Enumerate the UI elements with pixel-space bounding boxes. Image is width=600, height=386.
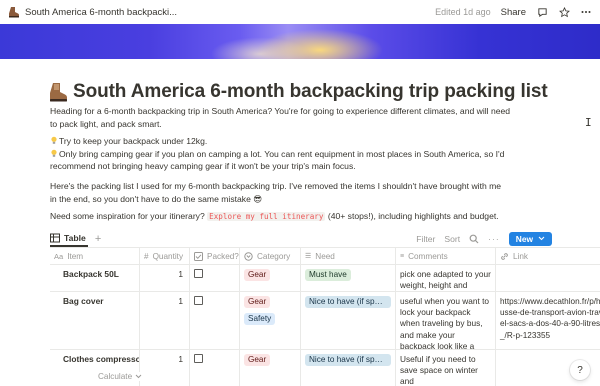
itinerary-link[interactable]: Explore my full itinerary bbox=[207, 212, 326, 221]
column-label: Category bbox=[257, 251, 291, 261]
column-label: Packed? bbox=[207, 251, 239, 261]
packed-cell[interactable] bbox=[190, 265, 240, 291]
hiking-boot-icon bbox=[50, 83, 67, 102]
link-cell[interactable] bbox=[496, 265, 600, 291]
packed-checkbox[interactable] bbox=[194, 269, 203, 278]
page-title: South America 6-month backpacking trip p… bbox=[73, 81, 548, 102]
tip-text: Only bring camping gear if you plan on c… bbox=[59, 148, 505, 159]
cover-image bbox=[0, 24, 600, 59]
column-label: Quantity bbox=[152, 251, 184, 261]
column-header-need[interactable]: ☰ Need bbox=[301, 248, 396, 264]
intro-line: Heading for a 6-month backpacking trip i… bbox=[50, 106, 511, 116]
multi-select-property-icon: ☰ bbox=[305, 253, 312, 260]
table-header: Aa Item # Quantity Packed? Category ☰ Ne… bbox=[50, 248, 600, 265]
quantity-cell[interactable]: 1 bbox=[140, 265, 190, 291]
title-row: South America 6-month backpacking trip p… bbox=[48, 81, 548, 103]
category-cell[interactable]: Gear bbox=[240, 265, 301, 291]
need-tag: Nice to have (if space all... bbox=[305, 296, 391, 308]
more-options-icon[interactable]: ··· bbox=[488, 234, 500, 244]
packing-list-paragraph: Here's the packing list I used for my 6-… bbox=[50, 180, 550, 205]
list-line: in the end, so you don't have to do the … bbox=[50, 193, 251, 204]
top-bar: South America 6-month backpacki... Edite… bbox=[0, 0, 600, 24]
column-label: Link bbox=[513, 251, 529, 261]
text-property-icon: Aa bbox=[54, 251, 64, 261]
category-tag: Gear bbox=[244, 296, 271, 308]
sunglasses-emoji: 😎 bbox=[253, 193, 263, 204]
packed-checkbox[interactable] bbox=[194, 354, 203, 363]
intro-paragraph: Heading for a 6-month backpacking trip i… bbox=[50, 105, 550, 130]
checkbox-property-icon bbox=[194, 251, 203, 261]
calculate-label: Calculate bbox=[98, 372, 133, 381]
packed-checkbox[interactable] bbox=[194, 296, 203, 305]
table-row[interactable]: Bag cover 1 Gear Safety Nice to have (if… bbox=[50, 292, 600, 350]
table-row[interactable]: Backpack 50L 1 Gear Must have pick one a… bbox=[50, 265, 600, 292]
quantity-cell[interactable]: 1 bbox=[140, 350, 190, 386]
tab-table-view[interactable]: Table bbox=[50, 230, 88, 247]
list-line: Here's the packing list I used for my 6-… bbox=[50, 181, 502, 191]
column-label: Item bbox=[67, 251, 84, 261]
category-tag: Safety bbox=[244, 313, 276, 325]
more-options-icon[interactable] bbox=[580, 6, 592, 18]
tip-text: recommend not bringing heavy camping gea… bbox=[50, 161, 356, 172]
category-cell[interactable]: Gear Safety bbox=[240, 292, 301, 349]
column-header-packed[interactable]: Packed? bbox=[190, 248, 240, 264]
breadcrumb[interactable]: South America 6-month backpacki... bbox=[25, 7, 177, 18]
link-icon bbox=[501, 252, 508, 260]
table-icon bbox=[50, 233, 60, 242]
multi-select-property-icon bbox=[244, 251, 253, 261]
inspo-text: Need some inspiration for your itinerary… bbox=[50, 211, 205, 221]
need-tag: Nice to have (if space all... bbox=[305, 354, 391, 366]
link-cell[interactable]: https://www.decathlon.fr/p/housse-de-tra… bbox=[496, 292, 600, 349]
need-cell[interactable]: Nice to have (if space all... bbox=[301, 292, 396, 349]
calculate-button[interactable]: Calculate bbox=[98, 372, 143, 381]
database-toolbar: Table + Filter Sort ··· New bbox=[50, 230, 600, 247]
add-view-icon[interactable]: + bbox=[95, 233, 101, 245]
column-header-link[interactable]: Link bbox=[496, 248, 600, 264]
inspiration-paragraph: Need some inspiration for your itinerary… bbox=[50, 210, 550, 224]
comments-cell[interactable]: useful when you want to lock your backpa… bbox=[396, 292, 496, 349]
filter-button[interactable]: Filter bbox=[416, 234, 435, 244]
packed-cell[interactable] bbox=[190, 292, 240, 349]
packed-cell[interactable] bbox=[190, 350, 240, 386]
tip-text: Try to keep your backpack under 12kg. bbox=[59, 136, 208, 146]
column-header-category[interactable]: Category bbox=[240, 248, 301, 264]
column-label: Comments bbox=[408, 251, 448, 261]
comments-cell[interactable]: Useful if you need to save space on wint… bbox=[396, 350, 496, 386]
need-cell[interactable]: Must have bbox=[301, 265, 396, 291]
column-header-item[interactable]: Aa Item bbox=[50, 248, 140, 264]
item-cell[interactable]: Bag cover bbox=[50, 292, 140, 349]
star-icon[interactable] bbox=[558, 6, 570, 18]
comments-cell[interactable]: pick one adapted to your weight, height … bbox=[396, 265, 496, 291]
need-cell[interactable]: Nice to have (if space all... bbox=[301, 350, 396, 386]
inspo-text: (40+ stops!), including highlights and b… bbox=[327, 211, 499, 221]
help-button[interactable]: ? bbox=[570, 360, 590, 380]
tips-paragraph: Try to keep your backpack under 12kg. On… bbox=[50, 135, 550, 173]
number-property-icon: # bbox=[144, 251, 149, 261]
hiking-boot-icon bbox=[9, 7, 19, 18]
quantity-cell[interactable]: 1 bbox=[140, 292, 190, 349]
lightbulb-icon bbox=[51, 149, 57, 157]
category-tag: Gear bbox=[244, 269, 271, 281]
lightbulb-icon bbox=[51, 136, 57, 144]
text-property-icon: ≡ bbox=[400, 252, 405, 260]
text-cursor-icon: I bbox=[585, 116, 592, 129]
table-tab-label: Table bbox=[64, 232, 86, 243]
sort-button[interactable]: Sort bbox=[444, 234, 460, 244]
comment-icon[interactable] bbox=[536, 6, 548, 18]
chevron-down-icon bbox=[538, 236, 545, 241]
edited-timestamp: Edited 1d ago bbox=[435, 7, 491, 17]
share-button[interactable]: Share bbox=[501, 7, 526, 18]
column-label: Need bbox=[315, 251, 335, 261]
intro-line: to pack light, and pack smart. bbox=[50, 118, 162, 129]
search-icon[interactable] bbox=[469, 234, 479, 244]
category-tag: Gear bbox=[244, 354, 271, 366]
column-header-quantity[interactable]: # Quantity bbox=[140, 248, 190, 264]
new-button-label: New bbox=[515, 233, 533, 244]
column-header-comments[interactable]: ≡ Comments bbox=[396, 248, 496, 264]
chevron-down-icon bbox=[135, 374, 142, 379]
need-tag: Must have bbox=[305, 269, 351, 281]
category-cell[interactable]: Gear bbox=[240, 350, 301, 386]
new-button[interactable]: New bbox=[508, 231, 552, 246]
item-cell[interactable]: Backpack 50L bbox=[50, 265, 140, 291]
